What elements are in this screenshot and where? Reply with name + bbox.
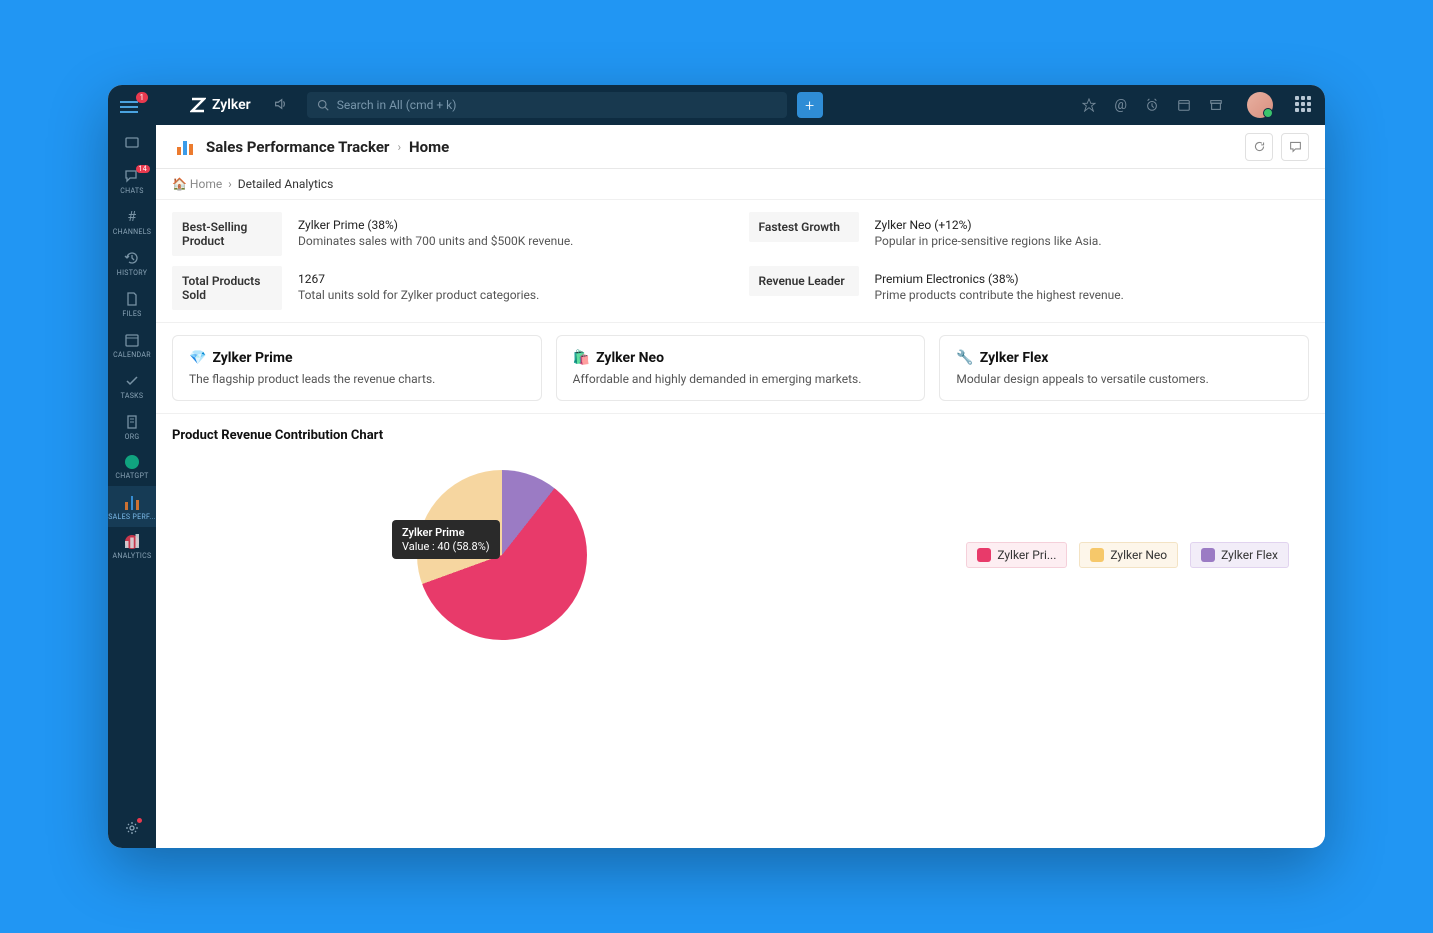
page-title: Sales Performance Tracker [206, 138, 389, 156]
sidebar-item-calendar[interactable]: CALENDAR [108, 324, 156, 365]
legend-item[interactable]: Zylker Flex [1190, 542, 1289, 568]
stat-label: Total Products Sold [172, 266, 282, 310]
legend-swatch [1090, 548, 1104, 562]
chart-section: Product Revenue Contribution Chart Zylke… [156, 414, 1325, 848]
brand-icon [190, 97, 206, 113]
pie-chart[interactable]: Zylker Prime Value : 40 (58.8%) [352, 455, 652, 655]
chart-legend: Zylker Pri... Zylker Neo Zylker Flex [966, 542, 1289, 568]
avatar[interactable] [1247, 92, 1273, 118]
refresh-button[interactable] [1245, 133, 1273, 161]
apps-grid-icon[interactable] [1295, 96, 1313, 114]
sidebar-item-files[interactable]: FILES [108, 283, 156, 324]
app-window: 1 Zylker + @ [108, 85, 1325, 848]
sidebar-item-overview[interactable] [108, 127, 156, 160]
analytics-icon [125, 535, 139, 549]
product-card[interactable]: 💎Zylker Prime The flagship product leads… [172, 335, 542, 401]
brand[interactable]: Zylker [190, 97, 251, 113]
search-icon [317, 99, 329, 111]
breadcrumb-home[interactable]: Home [190, 177, 222, 191]
stat-label: Best-Selling Product [172, 212, 282, 256]
legend-swatch [1201, 548, 1215, 562]
stat-value: Zylker Prime (38%) Dominates sales with … [298, 212, 733, 256]
stat-value: 1267 Total units sold for Zylker product… [298, 266, 733, 310]
main-content: Sales Performance Tracker › Home 🏠 Home … [156, 125, 1325, 848]
search-input[interactable] [337, 98, 777, 112]
topbar: 1 Zylker + @ [108, 85, 1325, 125]
chart-tooltip: Zylker Prime Value : 40 (58.8%) [392, 520, 500, 559]
sidebar-item-analytics[interactable]: ANALYTICS [108, 527, 156, 566]
brand-text: Zylker [212, 97, 251, 113]
sound-icon[interactable] [273, 96, 287, 115]
hamburger-menu[interactable]: 1 [120, 98, 140, 112]
page-subtitle: Home [409, 138, 449, 156]
chart-title: Product Revenue Contribution Chart [172, 428, 1309, 443]
sidebar-item-chatgpt[interactable]: CHATGPT [108, 447, 156, 486]
settings-icon[interactable] [108, 808, 156, 848]
search-bar[interactable] [307, 92, 787, 118]
archive-icon[interactable] [1209, 98, 1223, 112]
sidebar-item-chats[interactable]: 14 CHATS [108, 160, 156, 201]
stats-grid: Best-Selling Product Zylker Prime (38%) … [156, 200, 1325, 323]
reminder-icon[interactable] [1145, 98, 1159, 112]
sidebar-item-sales-perf[interactable]: SALES PERF... [108, 486, 156, 527]
sidebar-item-history[interactable]: HISTORY [108, 242, 156, 283]
sidebar-item-tasks[interactable]: TASKS [108, 365, 156, 406]
legend-item[interactable]: Zylker Pri... [966, 542, 1067, 568]
chatgpt-icon [125, 455, 139, 469]
svg-text:#: # [128, 209, 137, 225]
calendar-icon[interactable] [1177, 98, 1191, 112]
star-icon[interactable] [1082, 98, 1096, 112]
legend-item[interactable]: Zylker Neo [1079, 542, 1178, 568]
stat-label: Fastest Growth [749, 212, 859, 242]
notification-badge: 1 [136, 92, 149, 103]
page-header: Sales Performance Tracker › Home [156, 125, 1325, 169]
comment-button[interactable] [1281, 133, 1309, 161]
breadcrumb-current: Detailed Analytics [238, 177, 334, 191]
sidebar-item-org[interactable]: ORG [108, 406, 156, 447]
sidebar: 14 CHATS # CHANNELS HISTORY FILES CALEND… [108, 125, 156, 848]
mention-icon[interactable]: @ [1114, 97, 1127, 113]
add-button[interactable]: + [797, 92, 823, 118]
product-cards: 💎Zylker Prime The flagship product leads… [156, 323, 1325, 414]
breadcrumb: 🏠 Home › Detailed Analytics [156, 169, 1325, 200]
product-card[interactable]: 🛍️Zylker Neo Affordable and highly deman… [556, 335, 926, 401]
sidebar-item-channels[interactable]: # CHANNELS [108, 201, 156, 242]
legend-swatch [977, 548, 991, 562]
stat-value: Zylker Neo (+12%) Popular in price-sensi… [875, 212, 1310, 256]
top-icons: @ [1082, 97, 1223, 113]
bars-icon [124, 494, 140, 510]
stat-label: Revenue Leader [749, 266, 859, 296]
product-card[interactable]: 🔧Zylker Flex Modular design appeals to v… [939, 335, 1309, 401]
chevron-icon: › [397, 140, 401, 154]
page-icon [172, 134, 198, 160]
stat-value: Premium Electronics (38%) Prime products… [875, 266, 1310, 310]
